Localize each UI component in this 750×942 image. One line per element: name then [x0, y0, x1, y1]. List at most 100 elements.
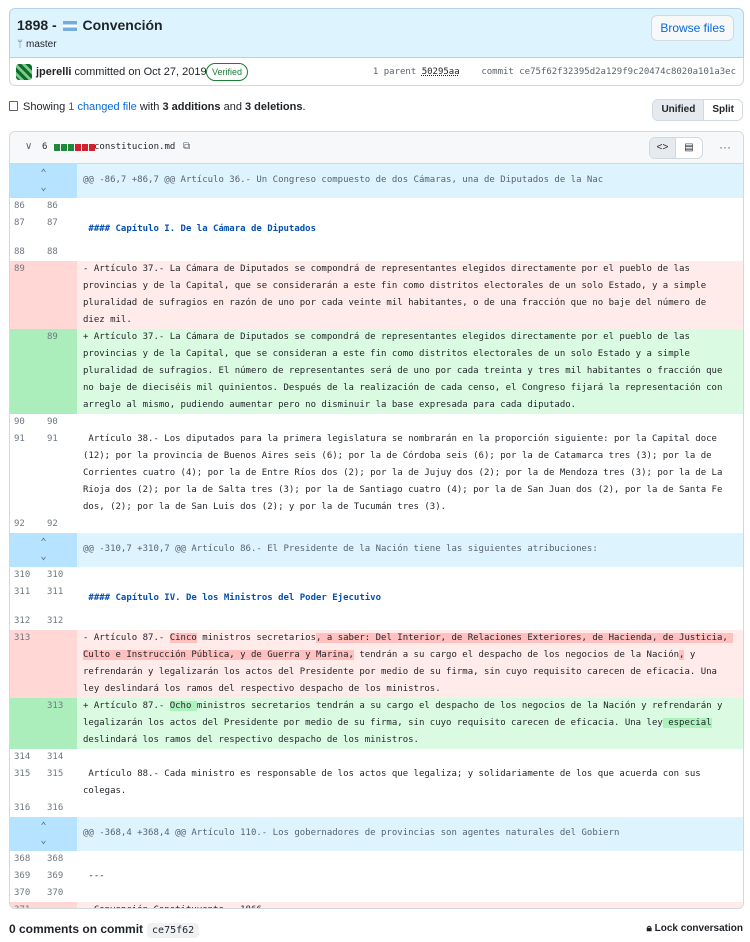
old-line-number[interactable]: 310 — [10, 567, 43, 584]
new-line-number[interactable]: 370 — [43, 885, 77, 902]
word-change-highlight — [191, 701, 197, 711]
author-link[interactable]: jperelli — [36, 66, 71, 78]
old-line-number[interactable]: 316 — [10, 800, 43, 817]
hunk-header-row: ⌃ ⌄ @@ -310,7 +310,7 @@ Artículo 86.- El P… — [10, 533, 743, 567]
new-line-number[interactable]: 310 — [43, 567, 77, 584]
split-button[interactable]: Split — [704, 100, 742, 120]
context-line-row: 88 88 — [10, 244, 743, 261]
new-line-number[interactable]: 91 — [43, 431, 77, 516]
copy-path-icon[interactable]: ⧉ — [183, 141, 190, 152]
change-count: 6 — [42, 142, 48, 152]
new-line-number[interactable]: 369 — [43, 868, 77, 885]
browse-files-button[interactable]: Browse files — [651, 15, 734, 41]
new-line-number[interactable]: 90 — [43, 414, 77, 431]
old-line-number[interactable]: 371 — [10, 902, 43, 908]
new-line-number[interactable]: 89 — [43, 329, 77, 414]
old-line-number[interactable] — [10, 698, 43, 749]
old-line-number[interactable]: 89 — [10, 261, 43, 329]
additions-count: 3 additions — [162, 101, 221, 113]
unified-button[interactable]: Unified — [653, 100, 705, 120]
context-line-row: 368 368 — [10, 851, 743, 868]
old-line-number[interactable]: 311 — [10, 584, 43, 613]
avatar[interactable] — [16, 64, 32, 80]
word-change-highlight: , — [679, 650, 685, 660]
hunk-header-text: @@ -310,7 +310,7 @@ Artículo 86.- El Pre… — [83, 544, 598, 554]
new-line-number[interactable] — [43, 261, 77, 329]
collapse-chevron-icon[interactable]: ∨ — [25, 141, 32, 152]
old-line-number[interactable] — [10, 329, 43, 414]
old-line-number[interactable]: 92 — [10, 516, 43, 533]
new-line-number[interactable]: 92 — [43, 516, 77, 533]
new-line-number[interactable]: 312 — [43, 613, 77, 630]
code-line: --- — [83, 871, 105, 881]
new-line-number[interactable]: 88 — [43, 244, 77, 261]
parent-sha-link[interactable]: 50295aa — [422, 67, 460, 77]
new-line-number[interactable]: 316 — [43, 800, 77, 817]
added-line-row: 313 + Artículo 87.- Ocho ministros secret… — [10, 698, 743, 749]
commit-sha[interactable]: ce75f62f32395d2a129f9c20474c8020a101a3ec — [519, 67, 736, 77]
more-options-icon[interactable]: ··· — [719, 140, 731, 154]
context-line-row: 314 314 — [10, 749, 743, 766]
context-line-row: 370 370 — [10, 885, 743, 902]
old-line-number[interactable]: 315 — [10, 766, 43, 800]
old-line-number[interactable]: 91 — [10, 431, 43, 516]
changed-files-link[interactable]: 1 changed file — [68, 101, 137, 113]
context-line-row: 87 87 #### Capítulo I. De la Cámara de Di… — [10, 215, 743, 244]
context-line-row: 91 91 Artículo 38.- Los diputados para la… — [10, 431, 743, 516]
expand-lines-icon[interactable]: ⌃ ⌄ — [10, 164, 77, 198]
old-line-number[interactable]: 369 — [10, 868, 43, 885]
diffstat-block — [68, 144, 74, 151]
branch-name: master — [26, 39, 57, 50]
new-line-number[interactable]: 87 — [43, 215, 77, 244]
expand-lines-icon[interactable]: ⌃ ⌄ — [10, 533, 77, 567]
commit-title-prefix: 1898 - — [17, 17, 57, 33]
file-view-toggle: <> ▤ — [649, 137, 703, 159]
comments-heading: 0 comments on commit ce75f62 — [9, 922, 200, 938]
commit-title-suffix: Convención — [82, 17, 163, 33]
context-line-row: 315 315 Artículo 88.- Cada ministro es re… — [10, 766, 743, 800]
file-name[interactable]: constitucion.md — [94, 142, 175, 152]
file-header: ∨ 6 constitucion.md ⧉ <> ▤ ··· — [10, 132, 743, 164]
rich-view-icon[interactable]: ▤ — [676, 138, 702, 158]
new-line-number[interactable]: 368 — [43, 851, 77, 868]
old-line-number[interactable]: 87 — [10, 215, 43, 244]
commit-label: commit — [481, 67, 514, 77]
new-line-number[interactable]: 313 — [43, 698, 77, 749]
deletions-count: 3 deletions — [245, 101, 303, 113]
new-line-number[interactable]: 314 — [43, 749, 77, 766]
verified-badge[interactable]: Verified — [206, 63, 249, 81]
branch-label[interactable]: ᛘ master — [17, 39, 57, 50]
expand-lines-icon[interactable]: ⌃ ⌄ — [10, 817, 77, 851]
old-line-number[interactable]: 314 — [10, 749, 43, 766]
old-line-number[interactable]: 86 — [10, 198, 43, 215]
old-line-number[interactable]: 313 — [10, 630, 43, 698]
lock-conversation-button[interactable]: 🔒︎ Lock conversation — [647, 923, 743, 934]
diff-view-toggle: Unified Split — [652, 99, 743, 121]
old-line-number[interactable]: 370 — [10, 885, 43, 902]
context-line-row: 310 310 — [10, 567, 743, 584]
new-line-number[interactable] — [43, 630, 77, 698]
old-line-number[interactable]: 312 — [10, 613, 43, 630]
new-line-number[interactable]: 315 — [43, 766, 77, 800]
deleted-line-row: 89 - Artículo 37.- La Cámara de Diputados… — [10, 261, 743, 329]
diff-summary: Showing 1 changed file with 3 additions … — [9, 101, 306, 113]
old-line-number[interactable]: 368 — [10, 851, 43, 868]
new-line-number[interactable] — [43, 902, 77, 908]
new-line-number[interactable]: 311 — [43, 584, 77, 613]
old-line-number[interactable]: 88 — [10, 244, 43, 261]
code-line: #### Capítulo IV. De los Ministros del P… — [83, 593, 382, 603]
file-diff-icon — [9, 101, 18, 111]
context-line-row: 312 312 — [10, 613, 743, 630]
commit-header: 1898 - Convención ᛘ master Browse files — [9, 8, 744, 58]
new-line-number[interactable]: 86 — [43, 198, 77, 215]
code-view-icon[interactable]: <> — [650, 138, 676, 158]
old-line-number[interactable]: 90 — [10, 414, 43, 431]
context-line-row: 311 311 #### Capítulo IV. De los Ministro… — [10, 584, 743, 613]
diffstat-block — [82, 144, 88, 151]
